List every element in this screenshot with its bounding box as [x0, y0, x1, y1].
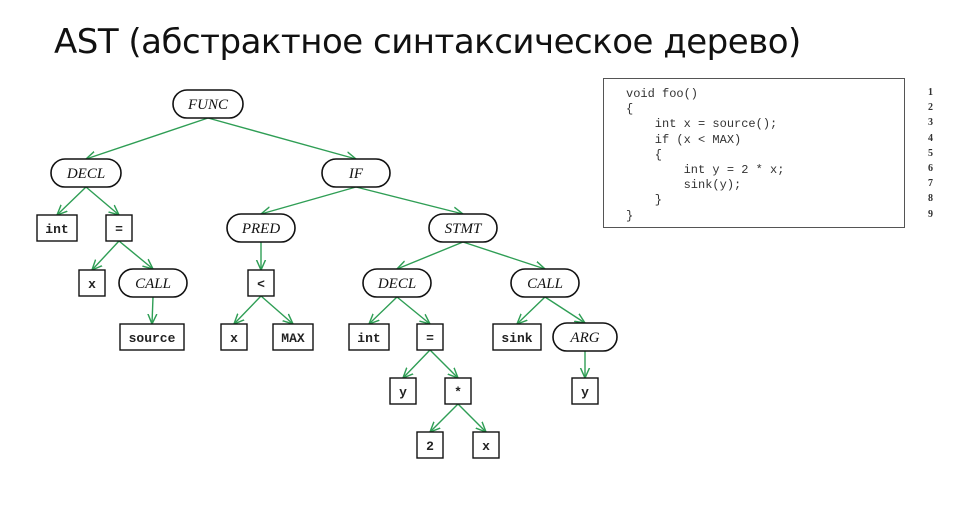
- node-label: CALL: [135, 276, 171, 292]
- edge-if-pred: [261, 186, 357, 214]
- node-label: <: [257, 277, 265, 292]
- node-eq1: =: [105, 214, 133, 242]
- node-label: x: [482, 439, 490, 454]
- line-number: 5: [928, 147, 933, 159]
- code-listing: void foo(){ int x = source(); if (x < MA…: [603, 78, 905, 228]
- node-label: x: [230, 331, 238, 346]
- code-line: }: [626, 193, 663, 208]
- edge-mul-two: [430, 403, 459, 432]
- node-call1: CALL: [118, 268, 188, 298]
- node-max: MAX: [272, 323, 314, 351]
- edge-eq1-call1: [118, 240, 153, 269]
- edge-call1-source: [152, 296, 153, 324]
- node-x3: x: [472, 431, 500, 459]
- edge-lt-max: [260, 295, 293, 324]
- node-int1: int: [36, 214, 78, 242]
- node-label: =: [115, 222, 123, 237]
- node-label: IF: [348, 166, 364, 182]
- node-label: CALL: [527, 276, 563, 292]
- node-label: DECL: [66, 166, 105, 182]
- edge-lt-x2: [234, 295, 262, 324]
- edge-stmt-decl2: [397, 241, 464, 269]
- node-label: x: [88, 277, 96, 292]
- code-line: }: [626, 208, 634, 223]
- edge-eq1-x1: [92, 240, 120, 270]
- node-stmt: STMT: [428, 213, 498, 243]
- line-number: 4: [928, 132, 933, 144]
- edge-if-stmt: [355, 186, 463, 214]
- line-number: 6: [928, 163, 933, 174]
- node-arg: ARG: [552, 322, 618, 352]
- node-int2: int: [348, 323, 390, 351]
- ast-diagram: FUNC DECL IF int = PRED STMT x CALL < DECL CALL sour…: [36, 89, 618, 459]
- node-label: DECL: [377, 276, 416, 292]
- node-source: source: [119, 323, 185, 351]
- node-two: 2: [416, 431, 444, 459]
- node-label: 2: [426, 439, 434, 454]
- node-y2: y: [571, 377, 599, 405]
- node-label: int: [45, 222, 68, 237]
- node-label: *: [454, 385, 462, 400]
- node-lt: <: [247, 269, 275, 297]
- node-label: PRED: [241, 221, 280, 237]
- node-label: sink: [501, 331, 532, 346]
- edge-func-decl1: [86, 117, 209, 159]
- line-number: 3: [928, 117, 933, 129]
- code-line: if (x < MAX): [626, 132, 742, 147]
- line-number: 8: [928, 193, 933, 205]
- node-x1: x: [78, 269, 106, 297]
- edge-call2-arg: [544, 296, 585, 323]
- edge-mul-x3: [457, 403, 486, 432]
- code-line: int y = 2 * x;: [626, 163, 785, 177]
- edge-func-if: [207, 117, 356, 159]
- node-label: source: [129, 331, 176, 346]
- node-decl1: DECL: [50, 158, 122, 188]
- node-label: MAX: [281, 331, 305, 346]
- edge-decl2-int2: [369, 296, 398, 324]
- line-number: 9: [928, 208, 933, 220]
- node-decl2: DECL: [362, 268, 432, 298]
- node-x2: x: [220, 323, 248, 351]
- node-label: =: [426, 331, 434, 346]
- node-label: FUNC: [187, 97, 229, 113]
- node-label: STMT: [445, 221, 483, 237]
- node-call2: CALL: [510, 268, 580, 298]
- node-pred: PRED: [226, 213, 296, 243]
- node-label: ARG: [569, 330, 599, 346]
- code-line: void foo(): [626, 87, 699, 101]
- node-sink: sink: [492, 323, 542, 351]
- node-if: IF: [321, 158, 391, 188]
- edge-call2-sink: [517, 296, 546, 324]
- node-mul: *: [444, 377, 472, 405]
- node-func: FUNC: [172, 89, 244, 119]
- line-number: 2: [928, 102, 933, 114]
- code-line: {: [626, 147, 663, 162]
- edge-decl1-int1: [57, 186, 87, 215]
- code-line: {: [626, 102, 634, 117]
- node-label: y: [399, 385, 407, 400]
- line-number: 1: [928, 87, 933, 98]
- node-label: y: [581, 385, 589, 400]
- line-number: 7: [928, 178, 933, 190]
- code-line: sink(y);: [626, 178, 742, 193]
- edge-eq2-mul: [429, 349, 458, 378]
- edge-stmt-call2: [462, 241, 545, 269]
- edge-decl1-eq1: [85, 186, 119, 215]
- node-eq2: =: [416, 323, 444, 351]
- node-y1: y: [389, 377, 417, 405]
- code-line: int x = source();: [626, 117, 778, 132]
- edge-eq2-y1: [403, 349, 431, 378]
- node-label: int: [357, 331, 380, 346]
- edge-decl2-eq2: [396, 296, 430, 324]
